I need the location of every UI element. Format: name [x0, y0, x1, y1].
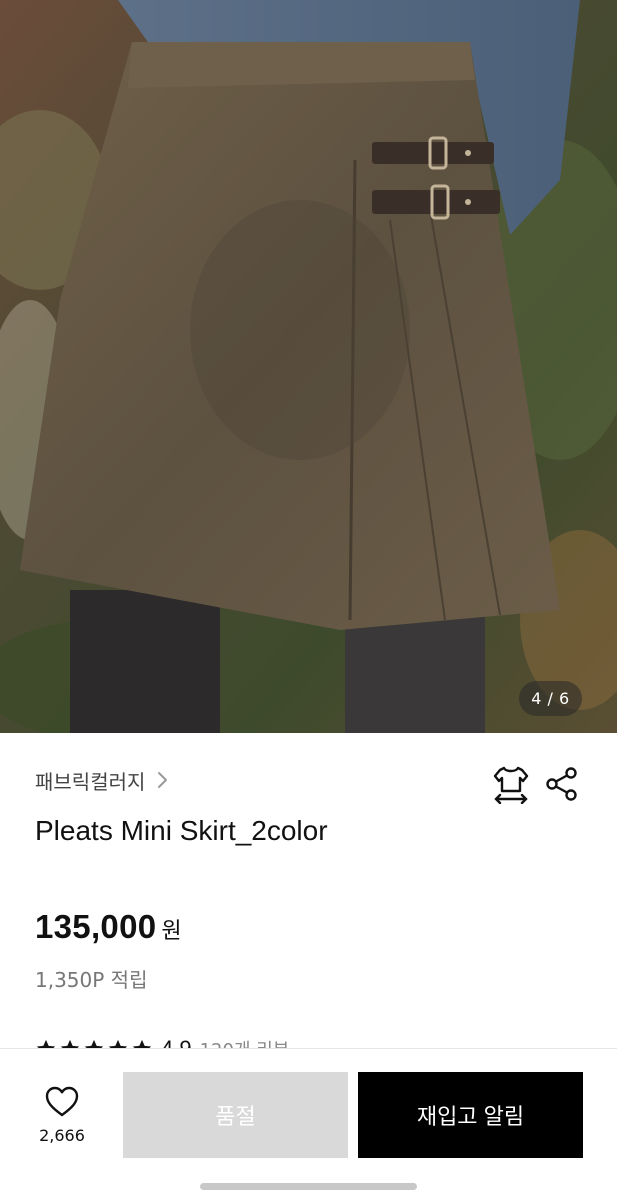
reward-points: 1,350P 적립: [35, 968, 148, 992]
heart-icon: [45, 1086, 79, 1117]
brand-link[interactable]: 패브릭컬러지: [35, 764, 173, 796]
restock-alert-button[interactable]: 재입고 알림: [358, 1072, 583, 1158]
home-indicator[interactable]: [200, 1183, 417, 1190]
chevron-right-icon: [158, 772, 168, 788]
soldout-button[interactable]: 품절: [123, 1072, 348, 1158]
product-photo: [0, 0, 617, 733]
price-row: 135,000 원: [35, 908, 182, 946]
like-button[interactable]: 2,666: [30, 1086, 94, 1150]
brand-name: 패브릭컬러지: [35, 769, 146, 794]
product-title: Pleats Mini Skirt_2color: [35, 815, 328, 846]
product-image[interactable]: 4 / 6: [0, 0, 617, 733]
like-count: 2,666: [39, 1126, 85, 1145]
share-icon[interactable]: [545, 767, 579, 801]
image-counter: 4 / 6: [519, 681, 582, 716]
product-price: 135,000: [35, 908, 157, 945]
price-currency: 원: [161, 919, 182, 944]
size-fit-icon[interactable]: [492, 764, 530, 804]
